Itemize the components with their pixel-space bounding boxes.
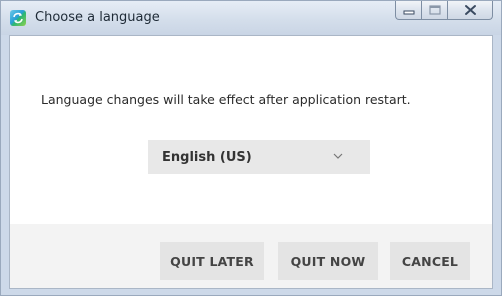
maximize-button[interactable] [422,1,448,20]
language-select[interactable]: English (US) [148,140,370,174]
quit-later-button[interactable]: QUIT LATER [160,242,264,280]
button-bar: QUIT LATER QUIT NOW CANCEL [10,224,492,288]
quit-now-button[interactable]: QUIT NOW [278,242,378,280]
chevron-down-icon [333,153,343,159]
window-controls [395,1,493,21]
maximize-icon [429,5,441,15]
close-button[interactable] [448,1,493,20]
window-title: Choose a language [35,10,160,25]
title-bar[interactable]: Choose a language [1,1,501,35]
minimize-button[interactable] [395,1,422,20]
dialog-window: Choose a language Language changes will [0,0,502,296]
language-select-value: English (US) [162,150,252,165]
dialog-body: Language changes will take effect after … [9,35,493,289]
cancel-button[interactable]: CANCEL [390,242,470,280]
close-icon [465,5,476,15]
restart-message: Language changes will take effect after … [41,92,411,107]
app-refresh-icon [10,10,26,26]
minimize-icon [403,10,415,15]
